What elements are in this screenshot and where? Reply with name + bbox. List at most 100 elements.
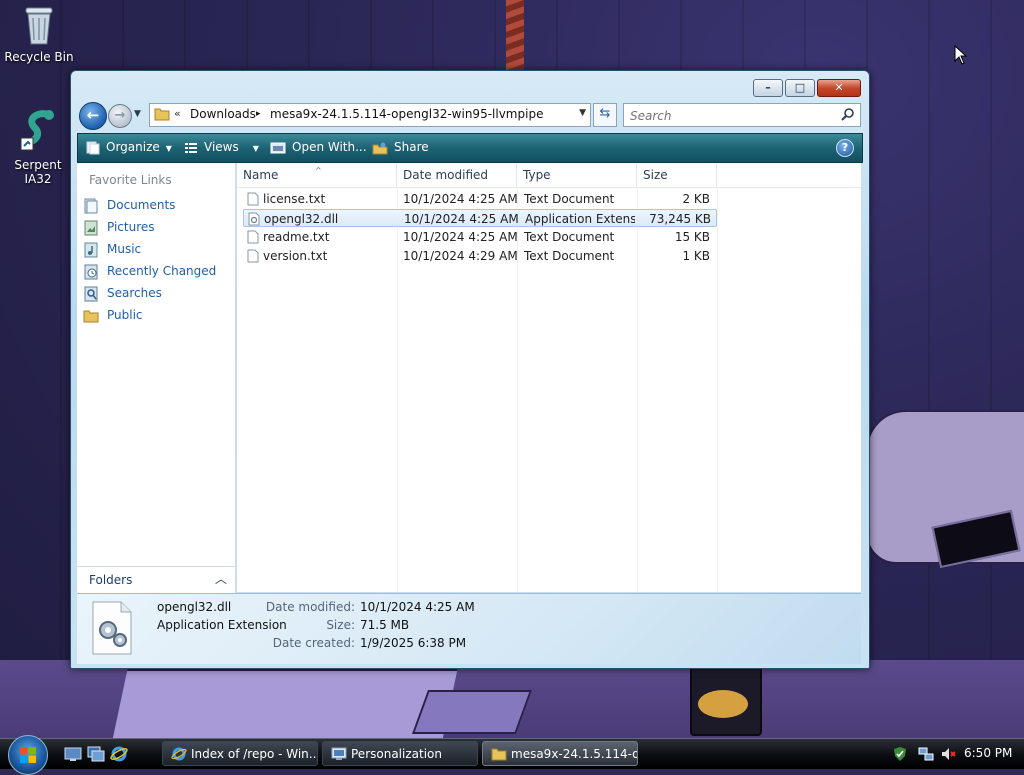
back-button[interactable]: ← xyxy=(79,102,107,130)
details-date-modified-value: 10/1/2024 4:25 AM xyxy=(360,600,475,614)
file-name: version.txt xyxy=(263,249,328,263)
caption-buttons: – □ ✕ xyxy=(751,79,861,97)
column-header-label: Size xyxy=(643,168,668,182)
column-header-type[interactable]: Type xyxy=(517,163,637,187)
refresh-button[interactable]: ⇆ xyxy=(593,103,617,127)
favorite-link-label: Recently Changed xyxy=(107,264,217,278)
column-header-date-modified[interactable]: Date modified xyxy=(397,163,517,187)
volume-muted-icon[interactable] xyxy=(940,746,956,762)
music-icon xyxy=(84,242,98,257)
folder-icon xyxy=(491,748,507,761)
internet-explorer-icon[interactable] xyxy=(110,745,128,763)
breadcrumb-downloads[interactable]: Downloads xyxy=(190,107,256,121)
clock[interactable]: 6:50 PM xyxy=(964,746,1012,760)
desktop-icon-label: Serpent IA32 xyxy=(14,158,62,186)
file-size: 73,245 KB xyxy=(649,212,711,226)
navigation-row: ← → ▼ « Downloads ▸ mesa9x-24.1.5.114-op… xyxy=(77,101,863,130)
file-row-readme[interactable]: readme.txt 10/1/2024 4:25 AM Text Docume… xyxy=(243,228,717,246)
open-with-button[interactable]: Open With... xyxy=(270,134,367,162)
column-header-name[interactable]: ^ Name xyxy=(237,163,397,187)
switch-windows-icon[interactable] xyxy=(87,745,105,763)
column-divider xyxy=(717,187,718,592)
details-file-name: opengl32.dll xyxy=(157,600,232,614)
open-with-icon xyxy=(270,142,286,153)
folders-toggle[interactable]: Folders ︿ xyxy=(77,566,235,593)
explorer-window[interactable]: – □ ✕ ← → ▼ « Downloads ▸ mesa9x-24.1.5.… xyxy=(70,70,870,669)
mouse-cursor-icon xyxy=(954,45,968,65)
close-button[interactable]: ✕ xyxy=(817,79,861,97)
taskbar-button-browser[interactable]: Index of /repo - Win... xyxy=(162,741,318,766)
favorite-link-label: Searches xyxy=(107,286,162,300)
chevron-down-icon: ▼ xyxy=(165,144,172,153)
network-icon[interactable] xyxy=(918,746,934,762)
minimize-button[interactable]: – xyxy=(753,79,783,97)
favorite-link-documents[interactable]: Documents xyxy=(83,195,175,215)
address-dropdown[interactable]: ▼ xyxy=(579,108,586,118)
favorite-link-label: Pictures xyxy=(107,220,155,234)
file-type: Text Document xyxy=(524,249,615,263)
file-type: Application Extens... xyxy=(525,212,635,226)
breadcrumb-separator[interactable]: ▸ xyxy=(256,109,261,119)
file-list[interactable]: ^ Name Date modified Type Size license.tx… xyxy=(237,163,861,592)
desktop-icon-serpent[interactable]: Serpent IA32 xyxy=(0,108,76,186)
public-folder-icon xyxy=(83,310,99,322)
open-with-label: Open With... xyxy=(292,140,367,154)
search-input[interactable] xyxy=(628,106,832,126)
file-row-version[interactable]: version.txt 10/1/2024 4:29 AM Text Docum… xyxy=(243,247,717,265)
breadcrumb-current-folder[interactable]: mesa9x-24.1.5.114-opengl32-win95-llvmpip… xyxy=(270,107,543,121)
favorite-link-label: Documents xyxy=(107,198,176,212)
taskbar-button-label: mesa9x-24.1.5.114-o... xyxy=(511,747,638,761)
file-row-license[interactable]: license.txt 10/1/2024 4:25 AM Text Docum… xyxy=(243,190,717,208)
favorite-link-public[interactable]: Public xyxy=(83,305,143,325)
file-name: license.txt xyxy=(263,192,326,206)
system-tray: 6:50 PM xyxy=(884,741,1024,767)
desktop-icon-recycle-bin[interactable]: Recycle Bin xyxy=(4,2,74,64)
file-size: 15 KB xyxy=(674,230,710,244)
views-label: Views xyxy=(204,140,239,154)
share-button[interactable]: Share xyxy=(372,134,429,162)
help-button[interactable]: ? xyxy=(836,139,854,157)
column-header-size[interactable]: Size xyxy=(637,163,717,187)
sort-caret-icon: ^ xyxy=(315,166,322,175)
searches-icon xyxy=(84,286,98,301)
taskbar-button-label: Index of /repo - Win... xyxy=(191,747,318,761)
dll-file-large-icon xyxy=(92,601,132,655)
search-box[interactable] xyxy=(623,103,861,127)
views-button[interactable]: Views ▼ xyxy=(184,134,259,162)
share-label: Share xyxy=(394,140,429,154)
favorite-link-searches[interactable]: Searches xyxy=(83,283,162,303)
refresh-icon: ⇆ xyxy=(599,106,611,121)
views-icon xyxy=(185,142,197,153)
internet-explorer-icon xyxy=(171,747,187,761)
favorite-link-music[interactable]: Music xyxy=(83,239,141,259)
details-date-modified-label: Date modified: xyxy=(265,600,355,614)
address-overflow-chevron[interactable]: « xyxy=(174,107,181,120)
forward-button[interactable]: → xyxy=(108,104,132,128)
start-button[interactable] xyxy=(8,735,48,775)
search-icon[interactable] xyxy=(841,107,855,121)
favorite-link-pictures[interactable]: Pictures xyxy=(83,217,155,237)
organize-button[interactable]: Organize ▼ xyxy=(86,134,172,162)
show-desktop-icon[interactable] xyxy=(64,745,82,763)
taskbar-button-personalization[interactable]: Personalization xyxy=(322,741,478,766)
taskbar: Index of /repo - Win... Personalization … xyxy=(0,735,1024,775)
text-file-icon xyxy=(247,192,259,206)
column-header-label: Name xyxy=(243,168,279,182)
favorite-link-recently-changed[interactable]: Recently Changed xyxy=(83,261,216,281)
maximize-button[interactable]: □ xyxy=(785,79,815,97)
file-row-opengl32-selected[interactable]: opengl32.dll 10/1/2024 4:25 AM Applicati… xyxy=(243,209,717,227)
text-file-icon xyxy=(247,230,259,244)
navigation-pane: Favorite Links Documents Pictures Music … xyxy=(77,163,236,662)
taskbar-button-explorer-active[interactable]: mesa9x-24.1.5.114-o... xyxy=(482,741,638,766)
details-size-label: Size: xyxy=(326,618,355,632)
serpent-icon xyxy=(20,110,54,151)
organize-label: Organize xyxy=(106,140,160,154)
pictures-icon xyxy=(84,220,98,235)
column-header-label: Date modified xyxy=(403,168,489,182)
folder-icon xyxy=(154,108,170,121)
address-bar[interactable]: « Downloads ▸ mesa9x-24.1.5.114-opengl32… xyxy=(149,103,591,127)
details-date-created-label: Date created: xyxy=(272,636,355,650)
security-shield-icon[interactable] xyxy=(892,746,908,762)
recent-pages-dropdown[interactable]: ▼ xyxy=(134,109,141,119)
file-type: Text Document xyxy=(524,192,615,206)
